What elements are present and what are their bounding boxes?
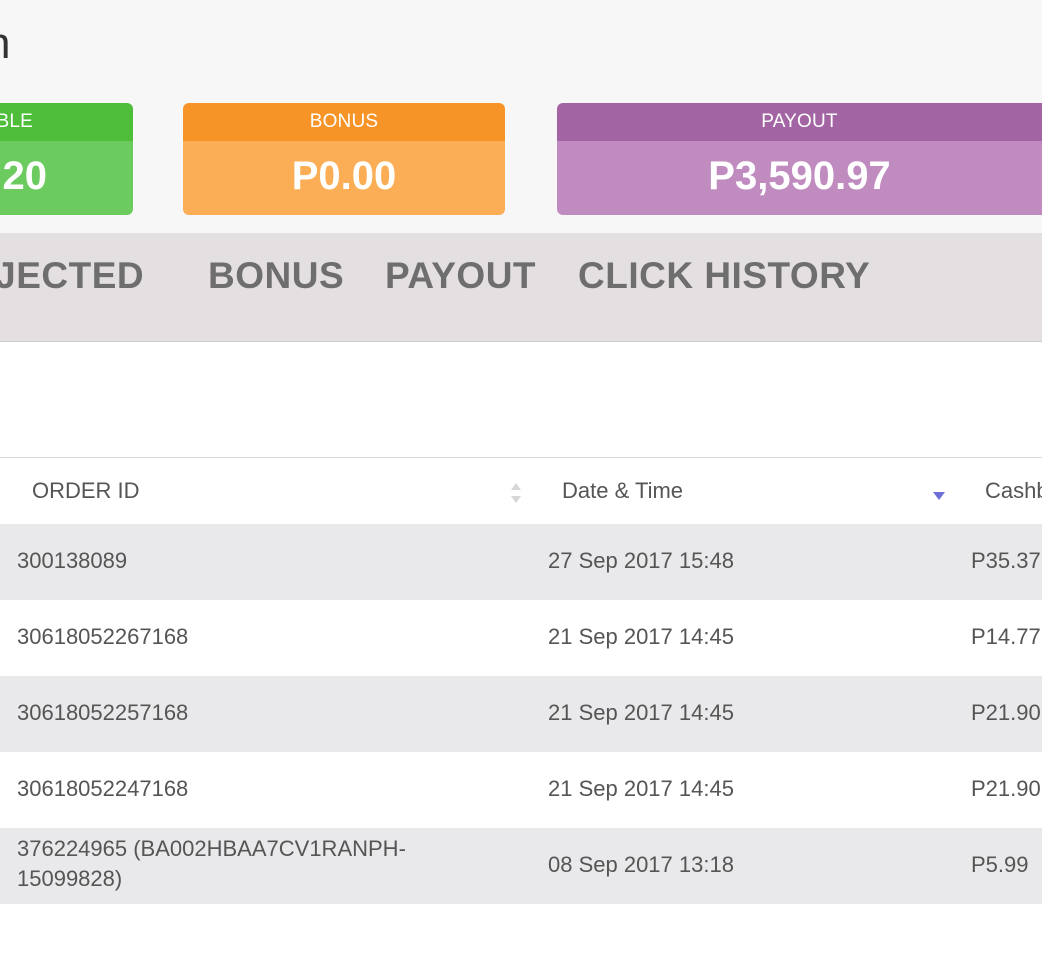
available-label: BLE <box>0 103 133 141</box>
date-time-cell: 21 Sep 2017 14:45 <box>548 776 734 801</box>
cashback-cell: P21.90 <box>971 776 1041 801</box>
cashback-cell: P5.99 <box>971 852 1029 877</box>
column-header-order-id[interactable]: ORDER ID <box>32 478 140 504</box>
page-title: n <box>0 18 10 70</box>
order-id-cell: 30618052257168 <box>17 700 189 725</box>
table-row: 376224965 (BA002HBAA7CV1RANPH-15099828) … <box>0 828 1042 904</box>
tab-rejected[interactable]: EJECTED <box>0 255 144 297</box>
order-id-cell: 300138089 <box>17 548 128 573</box>
date-time-cell: 21 Sep 2017 14:45 <box>548 700 734 725</box>
table-row: 300138089 27 Sep 2017 15:48 P35.37 <box>0 524 1042 600</box>
tab-click-history[interactable]: CLICK HISTORY <box>578 255 870 297</box>
bonus-card: BONUS P0.00 <box>183 103 505 215</box>
bonus-label: BONUS <box>183 103 505 141</box>
cashback-cell: P35.37 <box>971 548 1041 573</box>
available-value: 20 <box>0 141 133 215</box>
order-id-cell: 30618052247168 <box>17 776 189 801</box>
payout-value: P3,590.97 <box>557 141 1042 215</box>
bonus-value: P0.00 <box>183 141 505 215</box>
content-panel: ORDER ID Date & Time Cashb 300138089 27 … <box>0 342 1042 980</box>
date-time-cell: 08 Sep 2017 13:18 <box>548 852 734 877</box>
available-balance-card: BLE 20 <box>0 103 133 215</box>
payout-label: PAYOUT <box>557 103 1042 141</box>
order-id-cell: 376224965 (BA002HBAA7CV1RANPH-15099828) <box>17 836 406 891</box>
table-row: 30618052267168 21 Sep 2017 14:45 P14.77 <box>0 600 1042 676</box>
sort-descending-icon[interactable] <box>931 490 947 502</box>
table-row: 30618052257168 21 Sep 2017 14:45 P21.90 <box>0 676 1042 752</box>
column-header-cashback[interactable]: Cashb <box>985 478 1042 504</box>
table-row <box>0 904 1042 980</box>
tab-bonus[interactable]: BONUS <box>208 255 344 297</box>
date-time-cell: 21 Sep 2017 14:45 <box>548 624 734 649</box>
date-time-cell: 27 Sep 2017 15:48 <box>548 548 734 573</box>
tab-bar: EJECTED BONUS PAYOUT CLICK HISTORY <box>0 233 1042 342</box>
table-row: 30618052247168 21 Sep 2017 14:45 P21.90 <box>0 752 1042 828</box>
table-header: ORDER ID Date & Time Cashb <box>0 457 1042 525</box>
sort-both-icon[interactable] <box>509 480 523 506</box>
column-header-date-time[interactable]: Date & Time <box>562 478 683 504</box>
payout-card: PAYOUT P3,590.97 <box>557 103 1042 215</box>
order-id-cell: 30618052267168 <box>17 624 189 649</box>
tab-payout[interactable]: PAYOUT <box>385 255 536 297</box>
cashback-cell: P21.90 <box>971 700 1041 725</box>
cashback-cell: P14.77 <box>971 624 1041 649</box>
